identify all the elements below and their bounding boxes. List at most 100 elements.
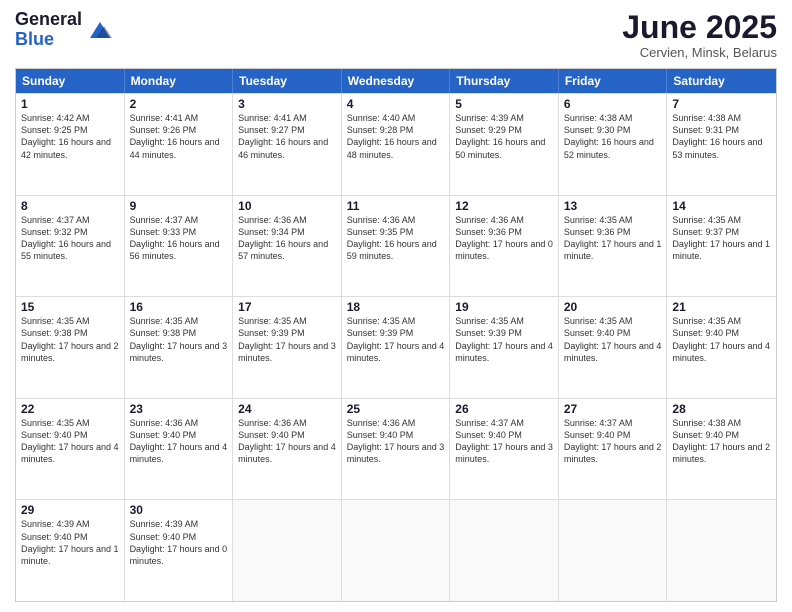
day-cell-8: 8 Sunrise: 4:37 AMSunset: 9:32 PMDayligh… [16, 196, 125, 297]
day-number: 13 [564, 199, 662, 213]
calendar-body: 1 Sunrise: 4:42 AMSunset: 9:25 PMDayligh… [16, 93, 776, 601]
cell-info: Sunrise: 4:38 AMSunset: 9:40 PMDaylight:… [672, 418, 770, 464]
header-thursday: Thursday [450, 69, 559, 93]
day-number: 5 [455, 97, 553, 111]
cell-info: Sunrise: 4:37 AMSunset: 9:32 PMDaylight:… [21, 215, 111, 261]
day-cell-17: 17 Sunrise: 4:35 AMSunset: 9:39 PMDaylig… [233, 297, 342, 398]
day-number: 14 [672, 199, 771, 213]
cell-info: Sunrise: 4:36 AMSunset: 9:40 PMDaylight:… [347, 418, 445, 464]
header-friday: Friday [559, 69, 668, 93]
cell-info: Sunrise: 4:36 AMSunset: 9:40 PMDaylight:… [130, 418, 228, 464]
cell-info: Sunrise: 4:37 AMSunset: 9:33 PMDaylight:… [130, 215, 220, 261]
logo-blue: Blue [15, 30, 82, 50]
day-cell-14: 14 Sunrise: 4:35 AMSunset: 9:37 PMDaylig… [667, 196, 776, 297]
cell-info: Sunrise: 4:37 AMSunset: 9:40 PMDaylight:… [564, 418, 662, 464]
day-cell-5: 5 Sunrise: 4:39 AMSunset: 9:29 PMDayligh… [450, 94, 559, 195]
day-number: 29 [21, 503, 119, 517]
day-cell-16: 16 Sunrise: 4:35 AMSunset: 9:38 PMDaylig… [125, 297, 234, 398]
day-number: 2 [130, 97, 228, 111]
day-number: 3 [238, 97, 336, 111]
day-cell-19: 19 Sunrise: 4:35 AMSunset: 9:39 PMDaylig… [450, 297, 559, 398]
day-cell-2: 2 Sunrise: 4:41 AMSunset: 9:26 PMDayligh… [125, 94, 234, 195]
day-cell-20: 20 Sunrise: 4:35 AMSunset: 9:40 PMDaylig… [559, 297, 668, 398]
day-cell-26: 26 Sunrise: 4:37 AMSunset: 9:40 PMDaylig… [450, 399, 559, 500]
page: General Blue June 2025 Cervien, Minsk, B… [0, 0, 792, 612]
calendar-header-row: Sunday Monday Tuesday Wednesday Thursday… [16, 69, 776, 93]
day-number: 30 [130, 503, 228, 517]
day-number: 18 [347, 300, 445, 314]
cell-info: Sunrise: 4:41 AMSunset: 9:26 PMDaylight:… [130, 113, 220, 159]
day-number: 7 [672, 97, 771, 111]
cell-info: Sunrise: 4:36 AMSunset: 9:34 PMDaylight:… [238, 215, 328, 261]
cell-info: Sunrise: 4:39 AMSunset: 9:40 PMDaylight:… [21, 519, 119, 565]
day-number: 21 [672, 300, 771, 314]
day-cell-10: 10 Sunrise: 4:36 AMSunset: 9:34 PMDaylig… [233, 196, 342, 297]
cell-info: Sunrise: 4:38 AMSunset: 9:31 PMDaylight:… [672, 113, 762, 159]
day-number: 10 [238, 199, 336, 213]
cell-info: Sunrise: 4:35 AMSunset: 9:38 PMDaylight:… [21, 316, 119, 362]
day-number: 28 [672, 402, 771, 416]
cell-info: Sunrise: 4:36 AMSunset: 9:36 PMDaylight:… [455, 215, 553, 261]
month-title: June 2025 [622, 10, 777, 45]
day-cell-23: 23 Sunrise: 4:36 AMSunset: 9:40 PMDaylig… [125, 399, 234, 500]
cell-info: Sunrise: 4:42 AMSunset: 9:25 PMDaylight:… [21, 113, 111, 159]
day-cell-30: 30 Sunrise: 4:39 AMSunset: 9:40 PMDaylig… [125, 500, 234, 601]
calendar: Sunday Monday Tuesday Wednesday Thursday… [15, 68, 777, 602]
header: General Blue June 2025 Cervien, Minsk, B… [15, 10, 777, 60]
cell-info: Sunrise: 4:35 AMSunset: 9:38 PMDaylight:… [130, 316, 228, 362]
day-cell-1: 1 Sunrise: 4:42 AMSunset: 9:25 PMDayligh… [16, 94, 125, 195]
empty-cell [559, 500, 668, 601]
empty-cell [233, 500, 342, 601]
logo: General Blue [15, 10, 114, 50]
day-cell-12: 12 Sunrise: 4:36 AMSunset: 9:36 PMDaylig… [450, 196, 559, 297]
day-number: 11 [347, 199, 445, 213]
cell-info: Sunrise: 4:35 AMSunset: 9:39 PMDaylight:… [238, 316, 336, 362]
day-number: 16 [130, 300, 228, 314]
logo-icon [86, 16, 114, 44]
empty-cell [342, 500, 451, 601]
cell-info: Sunrise: 4:37 AMSunset: 9:40 PMDaylight:… [455, 418, 553, 464]
day-cell-3: 3 Sunrise: 4:41 AMSunset: 9:27 PMDayligh… [233, 94, 342, 195]
day-number: 22 [21, 402, 119, 416]
day-cell-15: 15 Sunrise: 4:35 AMSunset: 9:38 PMDaylig… [16, 297, 125, 398]
empty-cell [450, 500, 559, 601]
day-cell-24: 24 Sunrise: 4:36 AMSunset: 9:40 PMDaylig… [233, 399, 342, 500]
day-number: 26 [455, 402, 553, 416]
header-tuesday: Tuesday [233, 69, 342, 93]
day-number: 24 [238, 402, 336, 416]
cell-info: Sunrise: 4:35 AMSunset: 9:36 PMDaylight:… [564, 215, 662, 261]
cell-info: Sunrise: 4:35 AMSunset: 9:40 PMDaylight:… [564, 316, 662, 362]
week-row-5: 29 Sunrise: 4:39 AMSunset: 9:40 PMDaylig… [16, 499, 776, 601]
day-cell-25: 25 Sunrise: 4:36 AMSunset: 9:40 PMDaylig… [342, 399, 451, 500]
day-number: 8 [21, 199, 119, 213]
cell-info: Sunrise: 4:35 AMSunset: 9:37 PMDaylight:… [672, 215, 770, 261]
day-cell-28: 28 Sunrise: 4:38 AMSunset: 9:40 PMDaylig… [667, 399, 776, 500]
week-row-3: 15 Sunrise: 4:35 AMSunset: 9:38 PMDaylig… [16, 296, 776, 398]
cell-info: Sunrise: 4:35 AMSunset: 9:40 PMDaylight:… [672, 316, 770, 362]
day-number: 19 [455, 300, 553, 314]
header-wednesday: Wednesday [342, 69, 451, 93]
title-block: June 2025 Cervien, Minsk, Belarus [622, 10, 777, 60]
day-cell-7: 7 Sunrise: 4:38 AMSunset: 9:31 PMDayligh… [667, 94, 776, 195]
day-cell-6: 6 Sunrise: 4:38 AMSunset: 9:30 PMDayligh… [559, 94, 668, 195]
cell-info: Sunrise: 4:38 AMSunset: 9:30 PMDaylight:… [564, 113, 654, 159]
day-number: 20 [564, 300, 662, 314]
day-number: 12 [455, 199, 553, 213]
header-monday: Monday [125, 69, 234, 93]
cell-info: Sunrise: 4:35 AMSunset: 9:39 PMDaylight:… [455, 316, 553, 362]
week-row-4: 22 Sunrise: 4:35 AMSunset: 9:40 PMDaylig… [16, 398, 776, 500]
day-number: 9 [130, 199, 228, 213]
cell-info: Sunrise: 4:35 AMSunset: 9:39 PMDaylight:… [347, 316, 445, 362]
day-cell-11: 11 Sunrise: 4:36 AMSunset: 9:35 PMDaylig… [342, 196, 451, 297]
day-number: 4 [347, 97, 445, 111]
day-cell-21: 21 Sunrise: 4:35 AMSunset: 9:40 PMDaylig… [667, 297, 776, 398]
day-cell-22: 22 Sunrise: 4:35 AMSunset: 9:40 PMDaylig… [16, 399, 125, 500]
logo-text: General Blue [15, 10, 82, 50]
cell-info: Sunrise: 4:36 AMSunset: 9:35 PMDaylight:… [347, 215, 437, 261]
day-number: 27 [564, 402, 662, 416]
day-cell-29: 29 Sunrise: 4:39 AMSunset: 9:40 PMDaylig… [16, 500, 125, 601]
day-number: 23 [130, 402, 228, 416]
day-cell-27: 27 Sunrise: 4:37 AMSunset: 9:40 PMDaylig… [559, 399, 668, 500]
cell-info: Sunrise: 4:40 AMSunset: 9:28 PMDaylight:… [347, 113, 437, 159]
cell-info: Sunrise: 4:35 AMSunset: 9:40 PMDaylight:… [21, 418, 119, 464]
